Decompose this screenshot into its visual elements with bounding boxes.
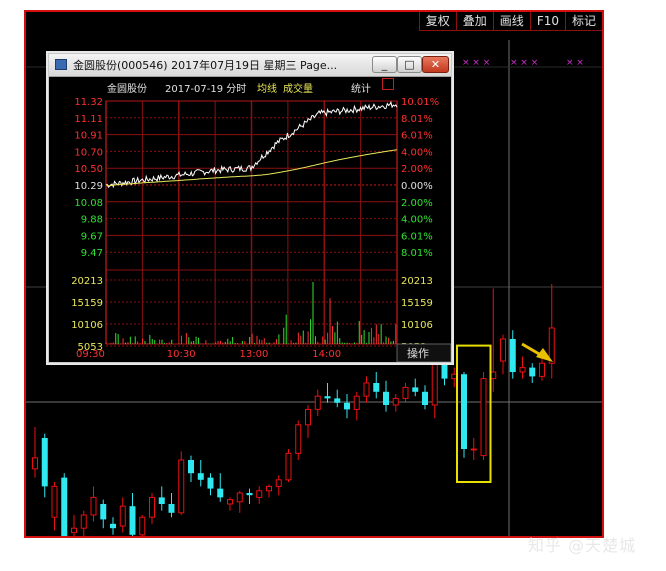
candle-body: [470, 448, 477, 451]
candle-body: [324, 396, 331, 399]
intraday-chart: 11.32 10.01% 11.11 8.01% 10.91 6.01% 10.70 4.00…: [71, 97, 451, 362]
volume-axis-label: 15159: [71, 298, 103, 309]
time-axis-label: 09:30: [76, 349, 105, 360]
candle-body: [119, 505, 126, 527]
candle-body: [275, 479, 282, 487]
candle-body: [412, 387, 419, 392]
signal-marks: × × ×: [462, 58, 490, 68]
volume-axis-label-right: 20213: [401, 276, 433, 287]
candle-body: [217, 488, 224, 498]
candle-body: [178, 459, 185, 514]
pct-axis-label: 10.01%: [401, 97, 439, 108]
price-axis-label: 9.67: [81, 231, 103, 242]
volume-axis-label-right: 10106: [401, 320, 433, 331]
volume-axis-label: 20213: [71, 276, 103, 287]
time-axis-label: 13:00: [240, 349, 269, 360]
mark-button[interactable]: 标记: [564, 12, 602, 31]
f10-button[interactable]: F10: [529, 12, 565, 31]
candle-body: [529, 367, 536, 377]
candle-body: [402, 386, 409, 399]
candle-body: [51, 485, 58, 518]
candle-body: [168, 504, 175, 513]
pct-axis-label: 8.01%: [401, 248, 433, 259]
candle-body: [197, 473, 204, 480]
pct-axis-label: 2.00%: [401, 198, 433, 209]
candle-body: [100, 504, 107, 520]
watermark: 知乎 @天楚城: [528, 536, 637, 555]
draw-line-button[interactable]: 画线: [492, 12, 530, 31]
candle-body: [422, 391, 428, 405]
candle-body: [285, 452, 292, 481]
candle-body: [305, 408, 311, 426]
signal-marks: × × ×: [510, 58, 538, 68]
candle-body: [110, 523, 116, 529]
price-axis-label: 11.11: [74, 114, 103, 125]
candle-body: [158, 497, 165, 504]
candle-body: [266, 485, 272, 492]
candle-body: [295, 424, 302, 454]
pct-axis-label: 4.00%: [401, 147, 433, 158]
candle-body: [71, 527, 77, 534]
candle-body: [314, 395, 321, 410]
chart-toolbar: 复权 叠加 画线 F10 标记: [418, 12, 602, 32]
volume-axis-label-right: 15159: [401, 298, 433, 309]
pct-axis-label: 4.00%: [401, 215, 433, 226]
price-axis-label: 9.88: [81, 215, 103, 226]
signal-marks: × ×: [566, 58, 584, 68]
candle-body: [129, 506, 136, 535]
price-axis-label: 10.08: [74, 198, 103, 209]
intraday-popup-window[interactable]: 金圆股份(000546) 2017年07月19日 星期三 Page... _ □…: [48, 53, 452, 363]
candle-body: [363, 382, 370, 397]
candle-body: [236, 492, 243, 503]
pct-axis-label: 6.01%: [401, 231, 433, 242]
candle-body: [539, 362, 545, 377]
overlay-button[interactable]: 叠加: [455, 12, 493, 31]
time-axis-label: 10:30: [167, 349, 196, 360]
price-axis-label: 10.50: [74, 164, 103, 175]
candle-body: [41, 438, 48, 487]
pct-axis-label: 2.00%: [401, 164, 433, 175]
candle-body: [61, 477, 68, 536]
candle-body: [392, 397, 399, 406]
price-axis-label: 10.70: [74, 147, 103, 158]
pct-axis-label: 6.01%: [401, 131, 433, 142]
candle-body: [32, 457, 38, 470]
candle-body: [383, 391, 389, 405]
candle-body: [344, 402, 350, 410]
candle-body: [353, 395, 360, 410]
time-axis-label: 14:00: [312, 349, 341, 360]
candle-body: [500, 338, 506, 362]
candle-body: [80, 514, 87, 529]
candle-body: [509, 339, 516, 372]
candle-body: [149, 496, 155, 518]
candle-body: [90, 496, 97, 516]
pct-axis-label: 0.00%: [401, 181, 433, 192]
pct-axis-label: 8.01%: [401, 114, 433, 125]
price-axis-label: 11.32: [74, 97, 103, 108]
operate-button: 操作: [407, 346, 429, 360]
candle-body: [334, 398, 341, 403]
price-axis-label: 10.29: [74, 181, 103, 192]
candle-body: [188, 460, 194, 474]
candle-body: [373, 383, 380, 392]
fuquan-button[interactable]: 复权: [418, 12, 456, 31]
candle-body: [480, 378, 487, 457]
candle-body: [207, 477, 214, 489]
volume-axis-label: 10106: [71, 320, 103, 331]
price-axis-label: 9.47: [81, 248, 103, 259]
candle-body: [519, 367, 526, 373]
price-axis-label: 10.91: [74, 131, 103, 142]
candle-body: [461, 374, 467, 449]
candle-body: [139, 516, 146, 536]
candle-body: [256, 490, 263, 498]
candle-body: [227, 499, 233, 505]
candle-body: [246, 493, 253, 496]
